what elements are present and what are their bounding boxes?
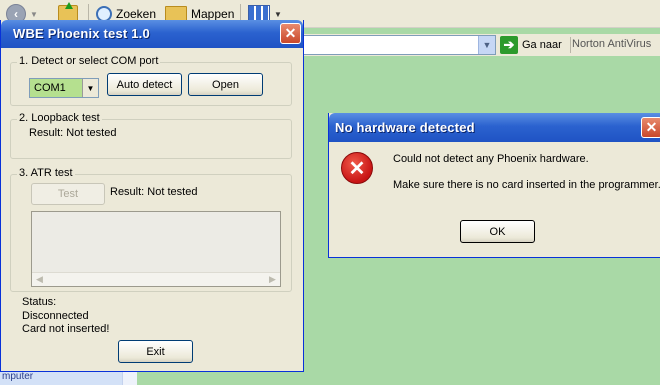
test-button[interactable]: Test: [31, 183, 105, 205]
loopback-group-label: 2. Loopback test: [17, 112, 102, 124]
go-button[interactable]: ➔ Ga naar: [500, 35, 562, 55]
loopback-group: 2. Loopback test Result: Not tested: [10, 112, 292, 159]
dialog-close-button[interactable]: ✕: [641, 117, 660, 138]
dialog-title-bar[interactable]: No hardware detected ✕: [329, 113, 660, 142]
address-field[interactable]: ▼: [300, 35, 496, 55]
error-icon: ✕: [341, 152, 373, 184]
address-dropdown-icon[interactable]: ▼: [478, 36, 495, 54]
atr-group: 3. ATR test Test Result: Not tested ◀ ▶: [10, 167, 292, 292]
app-title-bar[interactable]: WBE Phoenix test 1.0 ✕: [1, 20, 303, 48]
atr-result: Result: Not tested: [110, 186, 198, 198]
my-computer-link[interactable]: mputer: [2, 371, 33, 382]
app-title: WBE Phoenix test 1.0: [13, 26, 150, 41]
com-port-value: COM1: [34, 82, 66, 94]
scroll-left-icon[interactable]: ◀: [33, 274, 46, 285]
views-dropdown-icon[interactable]: ▼: [274, 10, 282, 19]
atr-horizontal-scrollbar[interactable]: ◀ ▶: [32, 272, 280, 286]
no-hardware-dialog: No hardware detected ✕ ✕ Could not detec…: [328, 113, 660, 258]
go-label: Ga naar: [522, 39, 562, 51]
address-separator: [570, 37, 571, 53]
atr-output-box[interactable]: ◀ ▶: [31, 211, 281, 287]
loopback-result: Result: Not tested: [29, 127, 117, 139]
chevron-down-icon[interactable]: ▼: [82, 79, 98, 97]
status-connection: Disconnected: [22, 310, 89, 322]
dialog-message-2: Make sure there is no card inserted in t…: [393, 179, 660, 191]
status-card: Card not inserted!: [22, 323, 110, 335]
status-heading: Status:: [22, 296, 57, 308]
scroll-right-icon[interactable]: ▶: [266, 274, 279, 285]
com-port-group-label: 1. Detect or select COM port: [17, 55, 161, 67]
dialog-title: No hardware detected: [335, 120, 475, 135]
com-port-select[interactable]: COM1 ▼: [29, 78, 99, 98]
phoenix-test-window: WBE Phoenix test 1.0 ✕ 1. Detect or sele…: [0, 20, 304, 372]
exit-button[interactable]: Exit: [118, 340, 193, 363]
com-port-group: 1. Detect or select COM port COM1 ▼ Auto…: [10, 55, 292, 106]
go-arrow-icon: ➔: [500, 36, 518, 54]
back-dropdown-icon[interactable]: ▼: [30, 10, 38, 19]
dialog-message-1: Could not detect any Phoenix hardware.: [393, 153, 589, 165]
app-close-button[interactable]: ✕: [280, 23, 301, 44]
auto-detect-button[interactable]: Auto detect: [107, 73, 182, 96]
open-button[interactable]: Open: [188, 73, 263, 96]
folders-label: Mappen: [191, 7, 235, 21]
ok-button[interactable]: OK: [460, 220, 535, 243]
search-label: Zoeken: [116, 7, 157, 21]
norton-antivirus-button[interactable]: Norton AntiVirus: [572, 38, 651, 50]
atr-group-label: 3. ATR test: [17, 167, 75, 179]
